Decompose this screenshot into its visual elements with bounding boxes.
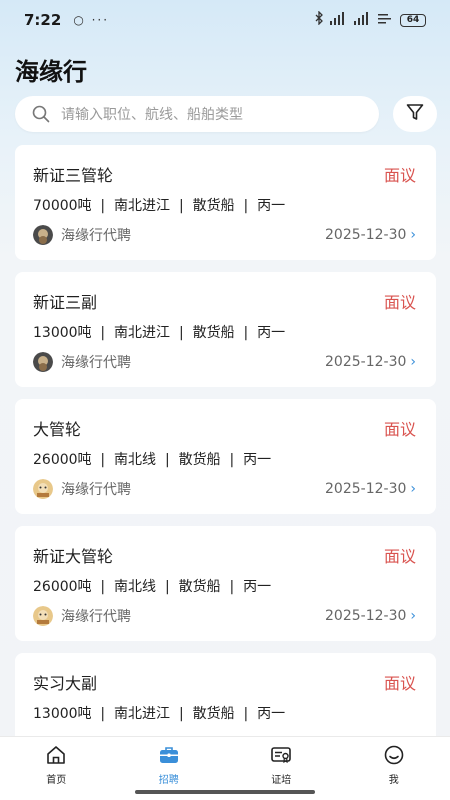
chevron-right-icon: › [410,481,416,497]
job-salary: 面议 [383,166,416,185]
app-title: 海缘行 [15,58,87,86]
job-details: 13000吨 | 南北进江 | 散货船 | 丙一 [33,325,286,341]
job-card[interactable]: 新证三管轮 面议 70000吨 | 南北进江 | 散货船 | 丙一 海缘行代聘 … [15,145,436,260]
search-placeholder: 请输入职位、航线、船舶类型 [61,107,243,123]
job-company: 海缘行代聘 [61,609,131,625]
job-title: 新证三管轮 [33,166,114,185]
job-title: 新证三副 [33,293,98,312]
job-date: 2025-12-30 [325,608,407,624]
status-time: 7:22 [24,11,62,29]
job-footer: 海缘行代聘 2025-12-30 › [33,225,416,245]
chevron-right-icon: › [410,608,416,624]
job-footer: 海缘行代聘 2025-12-30 › [33,352,416,372]
company-avatar [33,225,53,245]
job-salary: 面议 [383,293,416,312]
tab-profile[interactable]: 我 [338,737,450,800]
job-title: 大管轮 [33,420,82,439]
filter-button[interactable] [393,96,437,132]
certificate-icon [270,744,292,766]
battery-icon: 64 [400,13,426,27]
briefcase-icon [158,744,180,766]
job-details: 70000吨 | 南北进江 | 散货船 | 丙一 [33,198,286,214]
job-title: 新证大管轮 [33,547,114,566]
company-avatar [33,352,53,372]
job-card[interactable]: 新证大管轮 面议 26000吨 | 南北线 | 散货船 | 丙一 海缘行代聘 2… [15,526,436,641]
job-salary: 面议 [383,547,416,566]
tab-label: 招聘 [158,775,179,786]
job-card[interactable]: 大管轮 面议 26000吨 | 南北线 | 散货船 | 丙一 海缘行代聘 202… [15,399,436,514]
signal-icon [330,11,348,29]
signal-icon-2 [354,11,372,29]
company-avatar [33,479,53,499]
search-icon [31,104,51,124]
job-footer: 海缘行代聘 2025-12-30 › [33,606,416,626]
status-bar: 7:22 ○ ··· 64 [0,0,450,40]
job-details: 13000吨 | 南北进江 | 散货船 | 丙一 [33,706,286,722]
home-indicator [135,790,315,794]
tab-home[interactable]: 首页 [0,737,113,800]
job-company: 海缘行代聘 [61,355,131,371]
chevron-right-icon: › [410,227,416,243]
wifi-icon [378,12,394,29]
job-footer: 海缘行代聘 2025-12-30 › [33,479,416,499]
home-icon [45,744,67,766]
chevron-right-icon: › [410,354,416,370]
job-date: 2025-12-30 [325,354,407,370]
job-salary: 面议 [383,674,416,693]
status-indicators: 64 [314,10,426,29]
status-notification-dots: ○ ··· [73,13,110,27]
job-company: 海缘行代聘 [61,228,131,244]
job-card[interactable]: 新证三副 面议 13000吨 | 南北进江 | 散货船 | 丙一 海缘行代聘 2… [15,272,436,387]
job-details: 26000吨 | 南北线 | 散货船 | 丙一 [33,452,272,468]
company-avatar [33,606,53,626]
job-date: 2025-12-30 [325,481,407,497]
bluetooth-icon [314,10,324,29]
job-details: 26000吨 | 南北线 | 散货船 | 丙一 [33,579,272,595]
job-company: 海缘行代聘 [61,482,131,498]
profile-icon [383,744,405,766]
job-date: 2025-12-30 [325,227,407,243]
job-title: 实习大副 [33,674,98,693]
search-input[interactable]: 请输入职位、航线、船舶类型 [15,96,379,132]
tab-label: 我 [388,775,399,786]
filter-icon [405,102,425,126]
tab-label: 首页 [46,775,67,786]
job-salary: 面议 [383,420,416,439]
tab-label: 证培 [271,775,292,786]
